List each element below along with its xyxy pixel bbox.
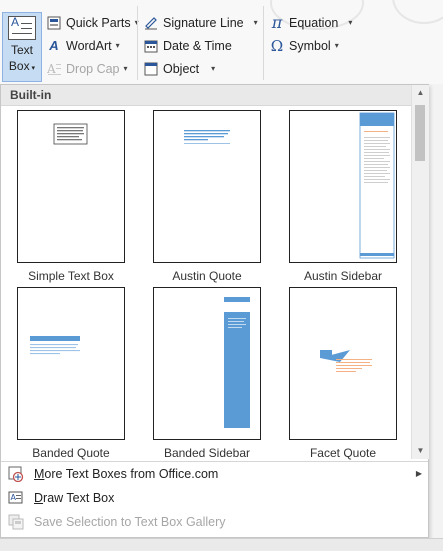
chevron-down-icon: ▾	[348, 18, 353, 27]
wordart-label: WordArt	[66, 39, 112, 53]
ribbon-separator	[137, 6, 138, 80]
text-box-label-line1: Text	[10, 43, 33, 57]
symbol-label: Symbol	[289, 39, 331, 53]
gallery-item-label: Facet Quote	[309, 446, 377, 460]
gallery-item-label: Austin Sidebar	[303, 269, 383, 283]
drop-cap-label: Drop Cap	[66, 62, 120, 76]
chevron-down-icon: ▾	[253, 18, 258, 27]
date-time-label: Date & Time	[163, 39, 232, 53]
text-box-gallery: Simple Text Box Austin Quote Austin Side…	[1, 106, 411, 466]
text-box-gallery-dropdown: Built-in Simple Text Box Austin Quote Au…	[0, 84, 429, 538]
draw-text-box-icon: A	[8, 490, 24, 506]
thumbnail-banded-quote	[17, 287, 125, 440]
wordart-icon: A	[49, 38, 59, 53]
draw-text-box-menu-item[interactable]: A Draw Text Box	[1, 486, 428, 510]
draw-text-box-label: Draw Text Box	[34, 491, 115, 505]
gallery-item-label: Austin Quote	[172, 269, 242, 283]
chevron-down-icon: ▾	[123, 64, 128, 73]
equation-label: Equation	[289, 16, 339, 30]
chevron-down-icon: ▾	[334, 41, 339, 50]
symbol-button[interactable]: Ω Symbol ▾	[269, 36, 339, 56]
thumbnail-austin-sidebar	[289, 110, 397, 263]
chevron-down-icon: ▾	[211, 64, 216, 73]
gallery-item-austin-quote[interactable]: Austin Quote	[144, 110, 270, 283]
ribbon-insert-text-group: A Text Box ▾ Quick Parts▾ A WordArt▾ A D…	[0, 0, 443, 85]
svg-text:A: A	[11, 493, 17, 502]
object-label: Object	[163, 62, 200, 76]
save-selection-menu-item[interactable]: Save Selection to Text Box Gallery	[1, 510, 428, 534]
gallery-item-banded-sidebar[interactable]: Banded Sidebar	[144, 287, 270, 460]
chevron-down-icon: ▾	[115, 41, 120, 50]
drop-cap-icon: A	[46, 61, 62, 77]
quick-parts-icon	[46, 15, 62, 31]
date-time-button[interactable]: Date & Time	[143, 36, 232, 56]
gallery-item-austin-sidebar[interactable]: Austin Sidebar	[280, 110, 406, 283]
object-button[interactable]: Object ▾	[143, 59, 215, 79]
save-to-gallery-icon	[8, 514, 24, 530]
signature-line-button[interactable]: Signature Line ▾	[143, 13, 258, 33]
gallery-item-label: Banded Quote	[32, 446, 110, 460]
pi-icon: π	[271, 13, 283, 32]
quick-parts-button[interactable]: Quick Parts▾	[46, 13, 139, 33]
signature-line-icon	[143, 15, 159, 31]
gallery-item-label: Banded Sidebar	[163, 446, 251, 460]
submenu-arrow-icon: ▶	[415, 469, 422, 478]
more-text-boxes-label: More Text Boxes from Office.com	[34, 467, 219, 481]
thumbnail-facet-quote	[289, 287, 397, 440]
text-box-icon: A	[8, 15, 36, 40]
gallery-item-label: Simple Text Box	[28, 269, 114, 283]
omega-icon: Ω	[270, 37, 284, 55]
thumbnail-simple-text-box	[17, 110, 125, 263]
document-background	[429, 84, 443, 550]
equation-button[interactable]: π Equation ▾	[269, 13, 353, 33]
thumbnail-banded-sidebar	[153, 287, 261, 440]
more-text-boxes-menu-item[interactable]: More Text Boxes from Office.com ▶	[1, 462, 428, 486]
signature-line-label: Signature Line	[163, 16, 244, 30]
scrollbar-thumb[interactable]	[415, 105, 425, 161]
scroll-up-arrow-icon[interactable]: ▲	[412, 85, 429, 101]
gallery-item-simple-text-box[interactable]: Simple Text Box	[8, 110, 134, 283]
drop-cap-button[interactable]: A Drop Cap ▾	[46, 59, 128, 79]
wordart-button[interactable]: A WordArt ▾	[46, 36, 120, 56]
text-box-label-line2: Box	[8, 59, 30, 73]
thumbnail-austin-quote	[153, 110, 261, 263]
object-icon	[143, 61, 159, 77]
gallery-section-header: Built-in	[1, 85, 428, 106]
office-online-icon	[8, 466, 24, 483]
text-box-button[interactable]: A Text Box ▾	[2, 12, 42, 82]
gallery-scrollbar[interactable]: ▲ ▼	[411, 85, 429, 459]
gallery-menu: More Text Boxes from Office.com ▶ A Draw…	[1, 461, 428, 534]
svg-text:A: A	[47, 62, 56, 76]
ribbon-separator	[263, 6, 264, 80]
quick-parts-label: Quick Parts	[66, 16, 131, 30]
ribbon-background-decoration	[392, 0, 443, 24]
calendar-icon	[143, 38, 159, 54]
gallery-item-facet-quote[interactable]: Facet Quote	[280, 287, 406, 460]
document-area-edge	[0, 538, 443, 551]
scroll-down-arrow-icon[interactable]: ▼	[412, 443, 429, 459]
gallery-item-banded-quote[interactable]: Banded Quote	[8, 287, 134, 460]
save-selection-label: Save Selection to Text Box Gallery	[34, 515, 226, 529]
